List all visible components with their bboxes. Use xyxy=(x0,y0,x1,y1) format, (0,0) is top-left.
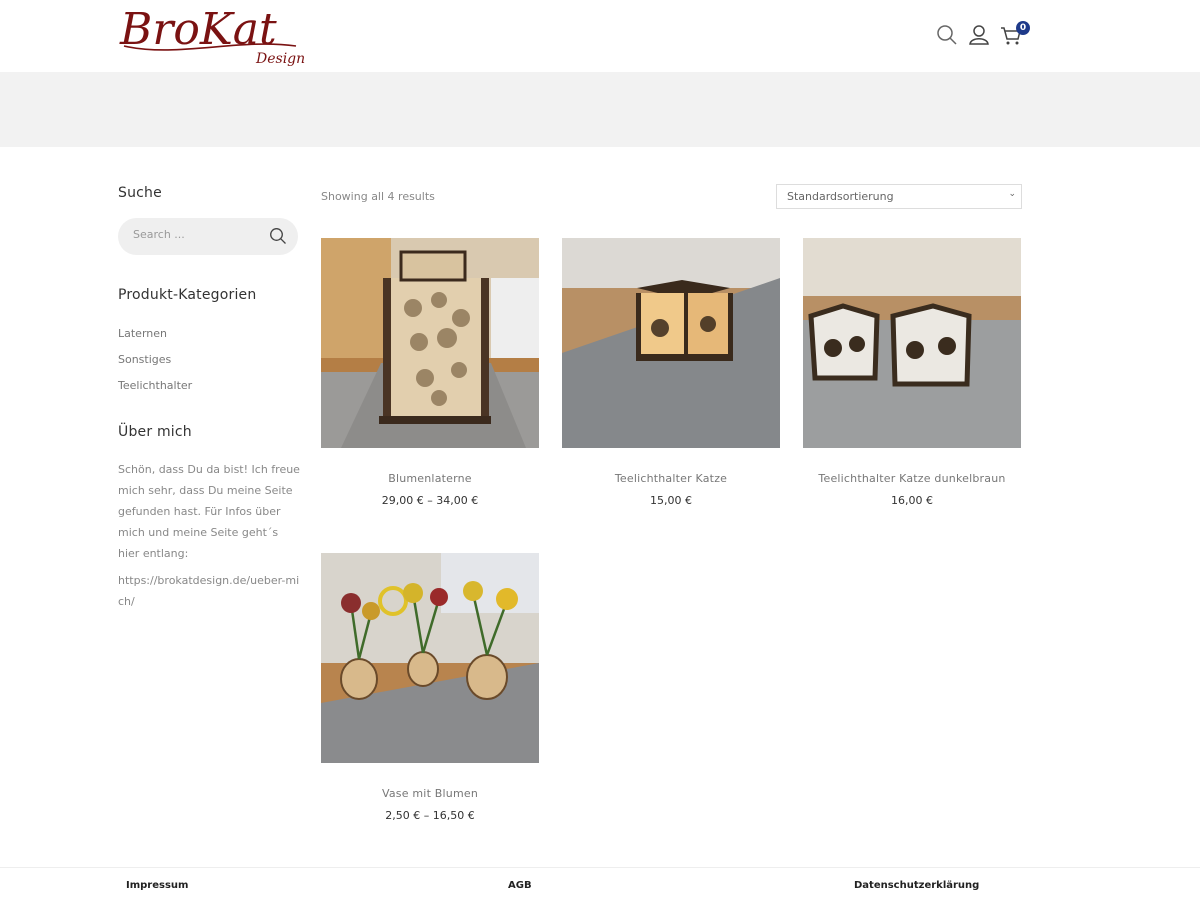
product-name[interactable]: Teelichthalter Katze dunkelbraun xyxy=(803,472,1021,485)
search-icon[interactable] xyxy=(936,24,958,46)
chevron-down-icon: ⌄ xyxy=(1008,189,1016,199)
about-text: Schön, dass Du da bist! Ich freue mich s… xyxy=(118,463,300,560)
product-price: 15,00 € xyxy=(650,494,692,507)
product-image-lantern[interactable] xyxy=(321,238,539,448)
product-name[interactable]: Teelichthalter Katze xyxy=(562,472,780,485)
logo-subtitle: Design xyxy=(255,51,305,67)
product-price: 16,00 € xyxy=(891,494,933,507)
category-link-laternen[interactable]: Laternen xyxy=(118,327,300,340)
sort-selected-value: Standardsortierung xyxy=(787,190,894,203)
about-link[interactable]: https://brokatdesign.de/ueber-mich/ xyxy=(118,570,300,612)
about-widget-title: Über mich xyxy=(118,424,192,440)
category-list: Laternen Sonstiges Teelichthalter xyxy=(118,327,300,392)
sort-dropdown[interactable]: Standardsortierung ⌄ xyxy=(776,184,1022,209)
product-image-tealight-cat[interactable] xyxy=(562,238,780,448)
product-card: Blumenlaterne 29,00 € – 34,00 € xyxy=(321,238,539,507)
footer-link-agb[interactable]: AGB xyxy=(508,880,532,891)
search-widget-title: Suche xyxy=(118,185,162,201)
product-card: Teelichthalter Katze 15,00 € xyxy=(562,238,780,507)
page-banner xyxy=(0,72,1200,147)
product-name[interactable]: Vase mit Blumen xyxy=(321,787,539,800)
cart-icon[interactable]: 0 xyxy=(1000,21,1030,46)
search-box xyxy=(118,218,298,255)
site-footer: Impressum AGB Datenschutzerklärung xyxy=(0,867,1200,900)
site-logo[interactable]: BroKat Design xyxy=(118,0,313,70)
site-header: BroKat Design 0 xyxy=(0,0,1200,72)
category-link-sonstiges[interactable]: Sonstiges xyxy=(118,353,300,366)
product-image-vase[interactable] xyxy=(321,553,539,763)
search-input[interactable] xyxy=(133,228,263,241)
logo-wordmark: BroKat xyxy=(119,4,277,55)
product-card: Teelichthalter Katze dunkelbraun 16,00 € xyxy=(803,238,1021,507)
product-card: Vase mit Blumen 2,50 € – 16,50 € xyxy=(321,553,539,822)
result-count: Showing all 4 results xyxy=(321,190,435,203)
search-submit-icon[interactable] xyxy=(269,227,287,245)
product-name[interactable]: Blumenlaterne xyxy=(321,472,539,485)
category-link-teelichthalter[interactable]: Teelichthalter xyxy=(118,379,300,392)
categories-widget-title: Produkt-Kategorien xyxy=(118,287,257,303)
footer-link-datenschutz[interactable]: Datenschutzerklärung xyxy=(854,880,979,891)
footer-link-impressum[interactable]: Impressum xyxy=(126,880,188,891)
user-icon[interactable] xyxy=(968,24,990,46)
product-image-tealight-dark[interactable] xyxy=(803,238,1021,448)
sidebar: Suche Produkt-Kategorien Laternen Sonsti… xyxy=(118,185,300,612)
cart-count-badge: 0 xyxy=(1016,21,1030,35)
product-price: 2,50 € – 16,50 € xyxy=(385,809,475,822)
product-price: 29,00 € – 34,00 € xyxy=(381,494,479,507)
